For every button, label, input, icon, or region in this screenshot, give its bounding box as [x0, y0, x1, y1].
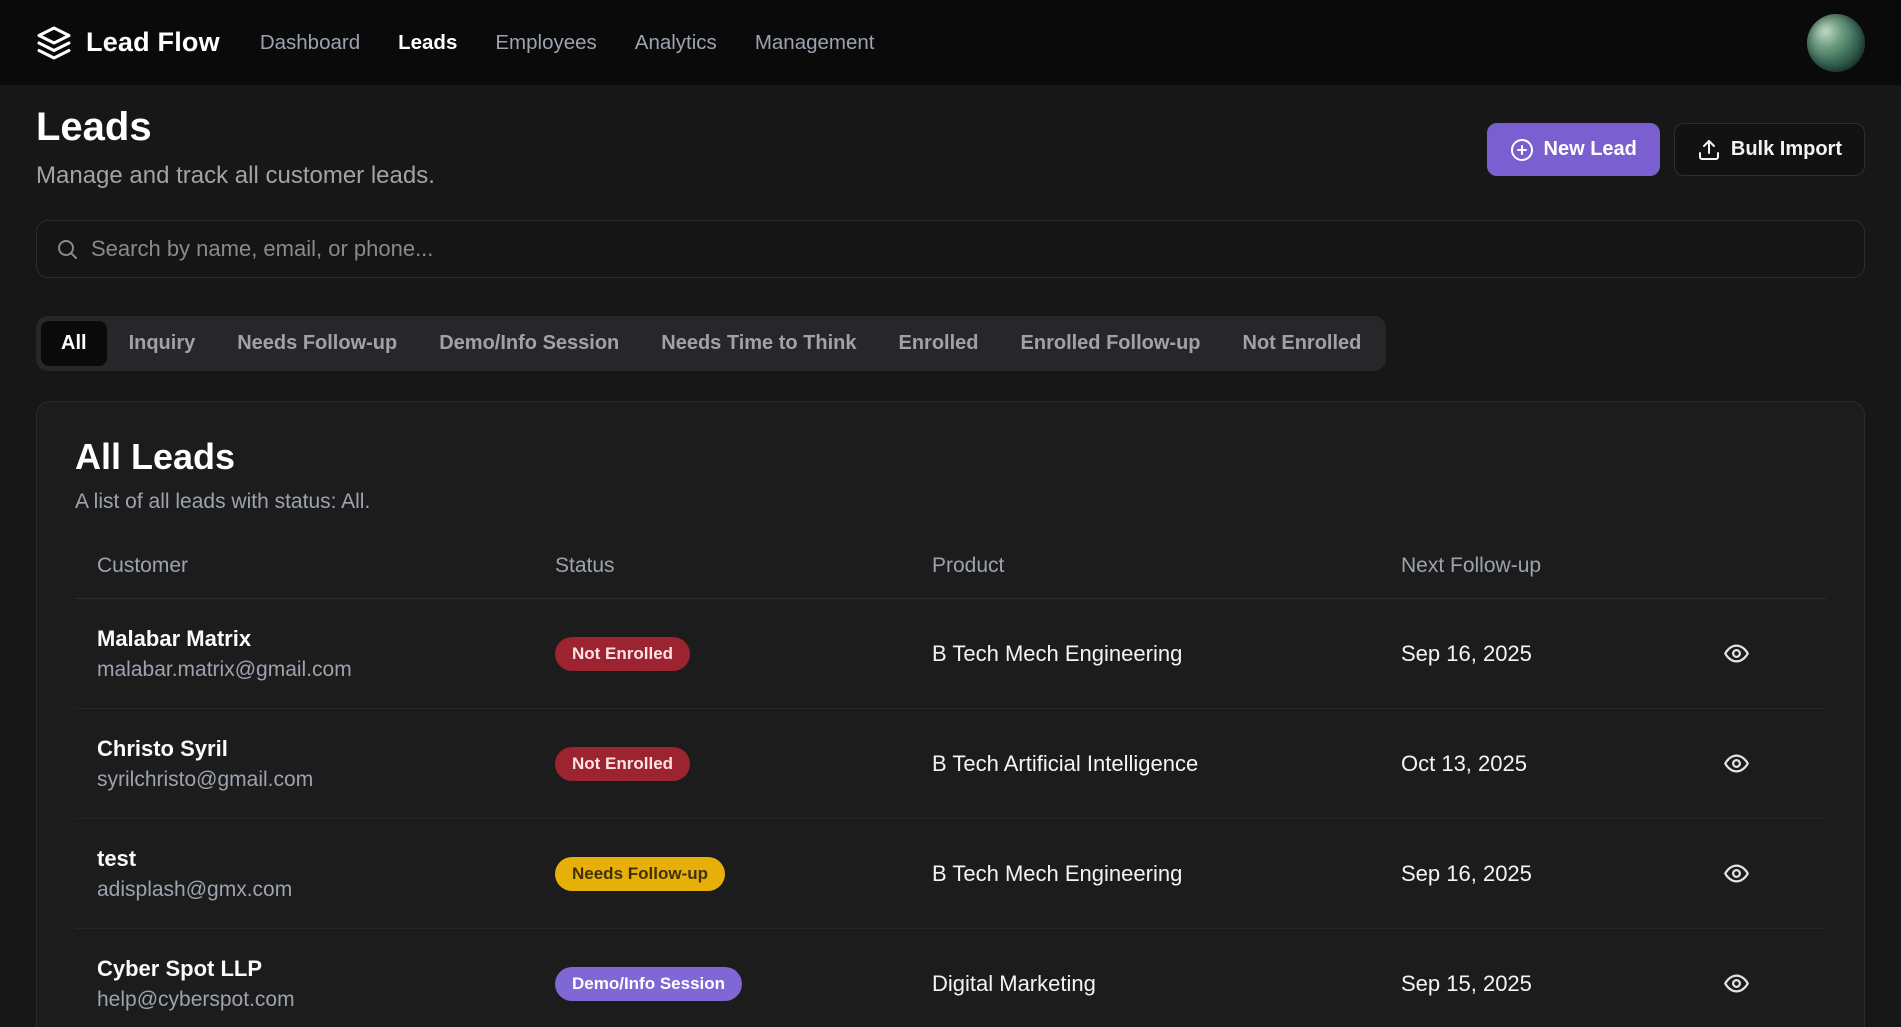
status-badge: Needs Follow-up [555, 857, 725, 891]
brand-title: Lead Flow [86, 27, 220, 58]
table-header: Customer Status Product Next Follow-up [75, 554, 1826, 599]
status-badge: Demo/Info Session [555, 967, 742, 1001]
followup-cell: Oct 13, 2025 [1401, 751, 1711, 777]
nav-item-analytics[interactable]: Analytics [635, 31, 717, 55]
view-lead-button[interactable] [1717, 964, 1756, 1003]
customer-name: Christo Syril [97, 736, 555, 762]
nav-links: Dashboard Leads Employees Analytics Manageme… [260, 31, 875, 55]
filter-tab-not-enrolled[interactable]: Not Enrolled [1223, 321, 1382, 366]
product-cell: B Tech Mech Engineering [932, 861, 1401, 887]
nav-item-leads[interactable]: Leads [398, 31, 457, 55]
table-body: Malabar Matrix malabar.matrix@gmail.com … [75, 599, 1826, 1027]
customer-email: malabar.matrix@gmail.com [97, 658, 555, 682]
eye-icon [1723, 640, 1750, 667]
table-row: test adisplash@gmx.com Needs Follow-up B… [75, 819, 1826, 929]
filter-tab-needs-follow-up[interactable]: Needs Follow-up [217, 321, 417, 366]
status-badge: Not Enrolled [555, 637, 690, 671]
search-input[interactable] [91, 236, 1846, 262]
nav-item-employees[interactable]: Employees [495, 31, 596, 55]
customer-name: Malabar Matrix [97, 626, 555, 652]
nav-item-dashboard[interactable]: Dashboard [260, 31, 360, 55]
followup-cell: Sep 16, 2025 [1401, 641, 1711, 667]
table-row: Cyber Spot LLP help@cyberspot.com Demo/I… [75, 929, 1826, 1027]
eye-icon [1723, 750, 1750, 777]
col-next-followup: Next Follow-up [1401, 554, 1711, 578]
product-cell: B Tech Mech Engineering [932, 641, 1401, 667]
product-cell: Digital Marketing [932, 971, 1401, 997]
view-lead-button[interactable] [1717, 744, 1756, 783]
page-title: Leads [36, 105, 435, 150]
card-subtitle: A list of all leads with status: All. [75, 490, 1826, 514]
layers-icon [36, 25, 72, 61]
followup-cell: Sep 16, 2025 [1401, 861, 1711, 887]
filter-tab-enrolled[interactable]: Enrolled [879, 321, 999, 366]
leads-card: All Leads A list of all leads with statu… [36, 401, 1865, 1027]
filter-tab-demo-info-session[interactable]: Demo/Info Session [419, 321, 639, 366]
view-lead-button[interactable] [1717, 634, 1756, 673]
product-cell: B Tech Artificial Intelligence [932, 751, 1401, 777]
status-badge: Not Enrolled [555, 747, 690, 781]
new-lead-label: New Lead [1544, 138, 1637, 161]
col-product: Product [932, 554, 1401, 578]
bulk-import-label: Bulk Import [1731, 138, 1842, 161]
top-nav: Lead Flow Dashboard Leads Employees Analyti… [0, 0, 1901, 85]
table-row: Malabar Matrix malabar.matrix@gmail.com … [75, 599, 1826, 709]
card-title: All Leads [75, 436, 1826, 478]
upload-icon [1697, 138, 1721, 162]
customer-email: syrilchristo@gmail.com [97, 768, 555, 792]
col-status: Status [555, 554, 932, 578]
search-box[interactable] [36, 220, 1865, 278]
filter-tab-all[interactable]: All [41, 321, 107, 366]
plus-circle-icon [1510, 138, 1534, 162]
customer-name: Cyber Spot LLP [97, 956, 555, 982]
avatar[interactable] [1807, 14, 1865, 72]
col-customer: Customer [75, 554, 555, 578]
filter-tab-enrolled-follow-up[interactable]: Enrolled Follow-up [1001, 321, 1221, 366]
view-lead-button[interactable] [1717, 854, 1756, 893]
customer-email: adisplash@gmx.com [97, 878, 555, 902]
new-lead-button[interactable]: New Lead [1487, 123, 1660, 176]
filter-tab-inquiry[interactable]: Inquiry [109, 321, 216, 366]
eye-icon [1723, 860, 1750, 887]
filter-tabs: AllInquiryNeeds Follow-upDemo/Info Sessi… [36, 316, 1386, 371]
followup-cell: Sep 15, 2025 [1401, 971, 1711, 997]
bulk-import-button[interactable]: Bulk Import [1674, 123, 1865, 176]
eye-icon [1723, 970, 1750, 997]
nav-item-management[interactable]: Management [755, 31, 875, 55]
main-content: Leads Manage and track all customer lead… [0, 105, 1901, 1027]
customer-email: help@cyberspot.com [97, 988, 555, 1012]
search-icon [55, 237, 79, 261]
table-row: Christo Syril syrilchristo@gmail.com Not… [75, 709, 1826, 819]
page-subtitle: Manage and track all customer leads. [36, 162, 435, 190]
customer-name: test [97, 846, 555, 872]
filter-tab-needs-time-to-think[interactable]: Needs Time to Think [641, 321, 876, 366]
